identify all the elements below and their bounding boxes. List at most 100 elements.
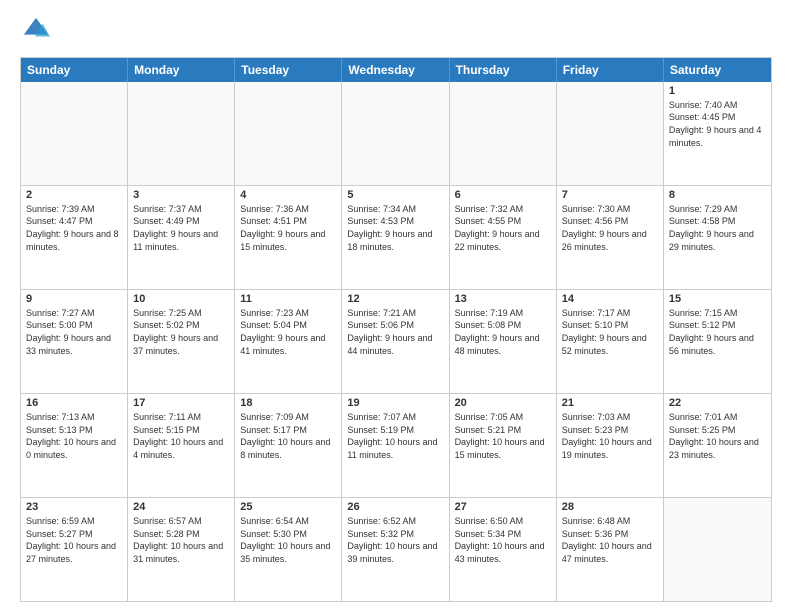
day-info: Sunrise: 7:11 AM Sunset: 5:15 PM Dayligh… — [133, 411, 229, 461]
day-info: Sunrise: 7:01 AM Sunset: 5:25 PM Dayligh… — [669, 411, 766, 461]
day-cell-19: 19 Sunrise: 7:07 AM Sunset: 5:19 PM Dayli… — [342, 394, 449, 497]
day-info: Sunrise: 6:57 AM Sunset: 5:28 PM Dayligh… — [133, 515, 229, 565]
calendar-body: 1 Sunrise: 7:40 AM Sunset: 4:45 PM Daylig… — [21, 82, 771, 601]
day-info: Sunrise: 7:17 AM Sunset: 5:10 PM Dayligh… — [562, 307, 658, 357]
day-info: Sunrise: 7:39 AM Sunset: 4:47 PM Dayligh… — [26, 203, 122, 253]
empty-cell — [128, 82, 235, 185]
day-info: Sunrise: 7:27 AM Sunset: 5:00 PM Dayligh… — [26, 307, 122, 357]
day-number: 11 — [240, 293, 336, 305]
day-number: 2 — [26, 189, 122, 201]
day-cell-25: 25 Sunrise: 6:54 AM Sunset: 5:30 PM Dayli… — [235, 498, 342, 601]
day-info: Sunrise: 7:07 AM Sunset: 5:19 PM Dayligh… — [347, 411, 443, 461]
day-number: 24 — [133, 501, 229, 513]
day-number: 10 — [133, 293, 229, 305]
calendar-row-1: 1 Sunrise: 7:40 AM Sunset: 4:45 PM Daylig… — [21, 82, 771, 186]
empty-cell — [235, 82, 342, 185]
day-cell-17: 17Sunrise: 7:11 AM Sunset: 5:15 PM Dayli… — [128, 394, 235, 497]
day-info: Sunrise: 7:40 AM Sunset: 4:45 PM Dayligh… — [669, 99, 766, 149]
day-cell-9: 9 Sunrise: 7:27 AM Sunset: 5:00 PM Daylig… — [21, 290, 128, 393]
weekday-header-friday: Friday — [557, 58, 664, 82]
day-cell-24: 24 Sunrise: 6:57 AM Sunset: 5:28 PM Dayli… — [128, 498, 235, 601]
day-number: 23 — [26, 501, 122, 513]
day-info: Sunrise: 6:52 AM Sunset: 5:32 PM Dayligh… — [347, 515, 443, 565]
day-cell-27: 27 Sunrise: 6:50 AM Sunset: 5:34 PM Dayli… — [450, 498, 557, 601]
day-cell-22: 22Sunrise: 7:01 AM Sunset: 5:25 PM Dayli… — [664, 394, 771, 497]
day-cell-26: 26 Sunrise: 6:52 AM Sunset: 5:32 PM Dayli… — [342, 498, 449, 601]
day-cell-23: 23 Sunrise: 6:59 AM Sunset: 5:27 PM Dayli… — [21, 498, 128, 601]
day-cell-2: 2 Sunrise: 7:39 AM Sunset: 4:47 PM Daylig… — [21, 186, 128, 289]
calendar: SundayMondayTuesdayWednesdayThursdayFrid… — [20, 57, 772, 602]
logo — [20, 16, 50, 49]
day-number: 28 — [562, 501, 658, 513]
day-cell-5: 5 Sunrise: 7:34 AM Sunset: 4:53 PM Daylig… — [342, 186, 449, 289]
day-number: 7 — [562, 189, 658, 201]
header — [20, 16, 772, 49]
day-info: Sunrise: 7:19 AM Sunset: 5:08 PM Dayligh… — [455, 307, 551, 357]
logo-icon — [22, 16, 50, 44]
calendar-row-5: 23 Sunrise: 6:59 AM Sunset: 5:27 PM Dayli… — [21, 498, 771, 601]
empty-cell — [557, 82, 664, 185]
day-info: Sunrise: 7:21 AM Sunset: 5:06 PM Dayligh… — [347, 307, 443, 357]
calendar-header: SundayMondayTuesdayWednesdayThursdayFrid… — [21, 58, 771, 82]
day-info: Sunrise: 6:59 AM Sunset: 5:27 PM Dayligh… — [26, 515, 122, 565]
day-number: 13 — [455, 293, 551, 305]
day-cell-4: 4 Sunrise: 7:36 AM Sunset: 4:51 PM Daylig… — [235, 186, 342, 289]
day-cell-8: 8 Sunrise: 7:29 AM Sunset: 4:58 PM Daylig… — [664, 186, 771, 289]
weekday-header-saturday: Saturday — [664, 58, 771, 82]
day-cell-12: 12 Sunrise: 7:21 AM Sunset: 5:06 PM Dayli… — [342, 290, 449, 393]
day-cell-1: 1 Sunrise: 7:40 AM Sunset: 4:45 PM Daylig… — [664, 82, 771, 185]
day-info: Sunrise: 7:30 AM Sunset: 4:56 PM Dayligh… — [562, 203, 658, 253]
day-info: Sunrise: 6:54 AM Sunset: 5:30 PM Dayligh… — [240, 515, 336, 565]
empty-cell — [21, 82, 128, 185]
empty-cell — [342, 82, 449, 185]
day-info: Sunrise: 7:29 AM Sunset: 4:58 PM Dayligh… — [669, 203, 766, 253]
weekday-header-thursday: Thursday — [450, 58, 557, 82]
day-cell-10: 10 Sunrise: 7:25 AM Sunset: 5:02 PM Dayli… — [128, 290, 235, 393]
day-info: Sunrise: 7:25 AM Sunset: 5:02 PM Dayligh… — [133, 307, 229, 357]
day-cell-3: 3 Sunrise: 7:37 AM Sunset: 4:49 PM Daylig… — [128, 186, 235, 289]
day-number: 12 — [347, 293, 443, 305]
day-info: Sunrise: 7:09 AM Sunset: 5:17 PM Dayligh… — [240, 411, 336, 461]
calendar-row-4: 16Sunrise: 7:13 AM Sunset: 5:13 PM Dayli… — [21, 394, 771, 498]
day-cell-16: 16Sunrise: 7:13 AM Sunset: 5:13 PM Dayli… — [21, 394, 128, 497]
empty-cell — [664, 498, 771, 601]
calendar-row-3: 9 Sunrise: 7:27 AM Sunset: 5:00 PM Daylig… — [21, 290, 771, 394]
page: SundayMondayTuesdayWednesdayThursdayFrid… — [0, 0, 792, 612]
day-number: 4 — [240, 189, 336, 201]
day-number: 9 — [26, 293, 122, 305]
day-number: 19 — [347, 397, 443, 409]
day-number: 6 — [455, 189, 551, 201]
day-cell-11: 11Sunrise: 7:23 AM Sunset: 5:04 PM Dayli… — [235, 290, 342, 393]
day-cell-21: 21Sunrise: 7:03 AM Sunset: 5:23 PM Dayli… — [557, 394, 664, 497]
day-number: 5 — [347, 189, 443, 201]
weekday-header-tuesday: Tuesday — [235, 58, 342, 82]
day-cell-6: 6Sunrise: 7:32 AM Sunset: 4:55 PM Daylig… — [450, 186, 557, 289]
day-cell-15: 15Sunrise: 7:15 AM Sunset: 5:12 PM Dayli… — [664, 290, 771, 393]
day-cell-18: 18 Sunrise: 7:09 AM Sunset: 5:17 PM Dayli… — [235, 394, 342, 497]
calendar-row-2: 2 Sunrise: 7:39 AM Sunset: 4:47 PM Daylig… — [21, 186, 771, 290]
day-number: 20 — [455, 397, 551, 409]
day-number: 16 — [26, 397, 122, 409]
day-info: Sunrise: 7:36 AM Sunset: 4:51 PM Dayligh… — [240, 203, 336, 253]
day-number: 25 — [240, 501, 336, 513]
day-number: 14 — [562, 293, 658, 305]
day-info: Sunrise: 6:48 AM Sunset: 5:36 PM Dayligh… — [562, 515, 658, 565]
day-info: Sunrise: 7:37 AM Sunset: 4:49 PM Dayligh… — [133, 203, 229, 253]
day-info: Sunrise: 7:34 AM Sunset: 4:53 PM Dayligh… — [347, 203, 443, 253]
day-number: 3 — [133, 189, 229, 201]
day-number: 1 — [669, 85, 766, 97]
empty-cell — [450, 82, 557, 185]
weekday-header-wednesday: Wednesday — [342, 58, 449, 82]
day-cell-20: 20 Sunrise: 7:05 AM Sunset: 5:21 PM Dayli… — [450, 394, 557, 497]
day-cell-7: 7 Sunrise: 7:30 AM Sunset: 4:56 PM Daylig… — [557, 186, 664, 289]
day-info: Sunrise: 7:05 AM Sunset: 5:21 PM Dayligh… — [455, 411, 551, 461]
day-cell-28: 28 Sunrise: 6:48 AM Sunset: 5:36 PM Dayli… — [557, 498, 664, 601]
weekday-header-sunday: Sunday — [21, 58, 128, 82]
day-number: 8 — [669, 189, 766, 201]
day-cell-14: 14 Sunrise: 7:17 AM Sunset: 5:10 PM Dayli… — [557, 290, 664, 393]
day-number: 18 — [240, 397, 336, 409]
day-info: Sunrise: 6:50 AM Sunset: 5:34 PM Dayligh… — [455, 515, 551, 565]
day-number: 27 — [455, 501, 551, 513]
day-number: 26 — [347, 501, 443, 513]
day-number: 15 — [669, 293, 766, 305]
